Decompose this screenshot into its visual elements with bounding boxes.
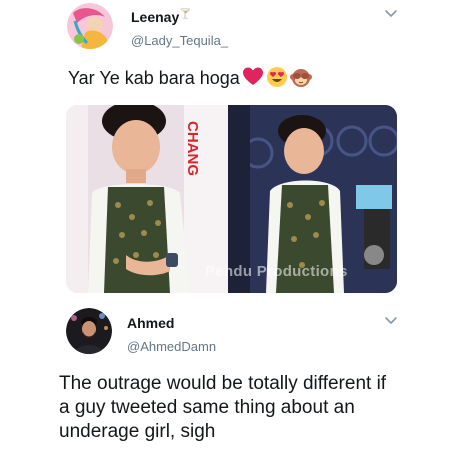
author-name[interactable]: Ahmed: [127, 315, 174, 331]
author-name[interactable]: Leenay: [131, 9, 179, 25]
tweet-text: The outrage would be totally different i…: [59, 373, 387, 442]
avatar[interactable]: [67, 3, 113, 49]
chevron-down-icon[interactable]: [384, 316, 398, 326]
avatar[interactable]: [66, 308, 112, 354]
media-watermark: Pendu Productions: [205, 263, 348, 280]
see-no-evil-monkey-icon: [290, 69, 312, 87]
tweet-feed: Leenay 🍸 @Lady_Tequila_ Yar Ye kab bara …: [0, 0, 450, 450]
tweet-text: Yar Ye kab bara hoga: [68, 68, 240, 88]
author-handle[interactable]: @Lady_Tequila_: [131, 33, 228, 48]
backdrop-text: CHANG: [184, 121, 201, 176]
red-heart-icon: [243, 67, 263, 85]
emoji-group: [242, 66, 312, 88]
author-handle[interactable]: @AhmedDamn: [127, 339, 216, 354]
cocktail-icon: 🍸: [179, 9, 192, 20]
photo-left[interactable]: CHANG: [66, 105, 228, 293]
heart-eyes-face-icon: [267, 67, 287, 87]
chevron-down-icon[interactable]: [384, 9, 398, 19]
